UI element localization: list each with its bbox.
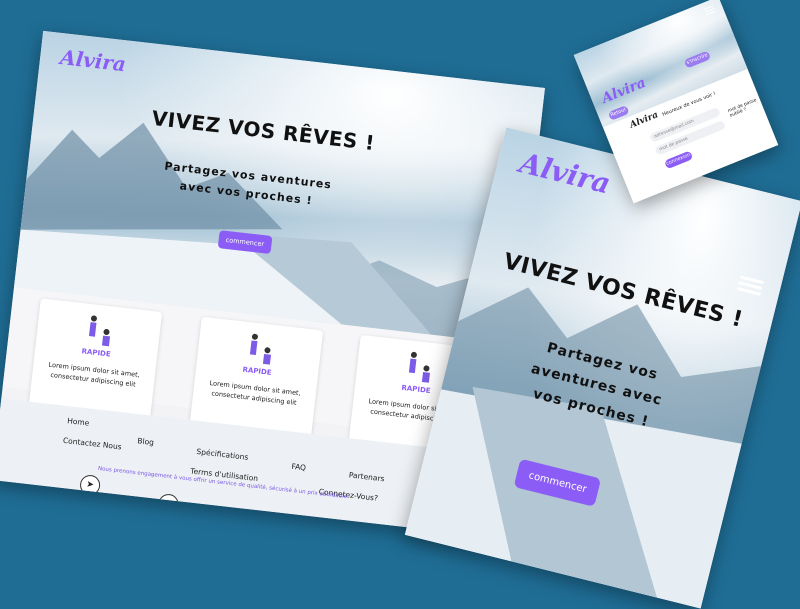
forgot-password-link[interactable]: mot de passe oublié ?	[727, 97, 762, 119]
footer-link-blog[interactable]: Blog	[137, 436, 155, 447]
feature-text: Lorem ipsum dolor sit amet, consectetur …	[209, 378, 302, 407]
telegram-icon[interactable]: ➤	[79, 474, 102, 497]
people-illustration-icon	[77, 311, 121, 349]
hero-section: Alvira Retour s'inscrire	[573, 0, 748, 128]
twitter-icon[interactable]: ✦	[157, 493, 180, 516]
login-button[interactable]: connexion	[663, 150, 694, 170]
people-illustration-icon	[238, 329, 282, 367]
copyright: © Copyright	[172, 519, 229, 535]
footer-link-specifications[interactable]: Spécifications	[196, 447, 249, 462]
footer-link-contact[interactable]: Contactez Nous	[62, 436, 122, 452]
feature-card: RAPIDE Lorem ipsum dolor sit amet, conse…	[28, 298, 163, 420]
facebook-icon[interactable]: f	[312, 526, 335, 538]
back-button[interactable]: Retour	[607, 105, 630, 121]
people-illustration-icon	[397, 347, 441, 385]
hamburger-menu-icon[interactable]	[703, 3, 716, 17]
instagram-icon[interactable]: ◎	[235, 510, 259, 533]
signup-button[interactable]: s'inscrire	[683, 50, 712, 69]
feature-text: Lorem ipsum dolor sit amet, consectetur …	[48, 360, 141, 389]
footer-link-home[interactable]: Home	[67, 416, 90, 427]
logo[interactable]: Alvira	[599, 75, 648, 107]
feature-card: RAPIDE Lorem ipsum dolor sit amet, conse…	[189, 316, 324, 438]
footer-link-partners[interactable]: Partenars	[348, 470, 385, 483]
copyright-symbol: ©	[171, 518, 182, 530]
copyright-text: Copyright	[183, 520, 229, 535]
footer-link-faq[interactable]: FAQ	[291, 462, 306, 473]
